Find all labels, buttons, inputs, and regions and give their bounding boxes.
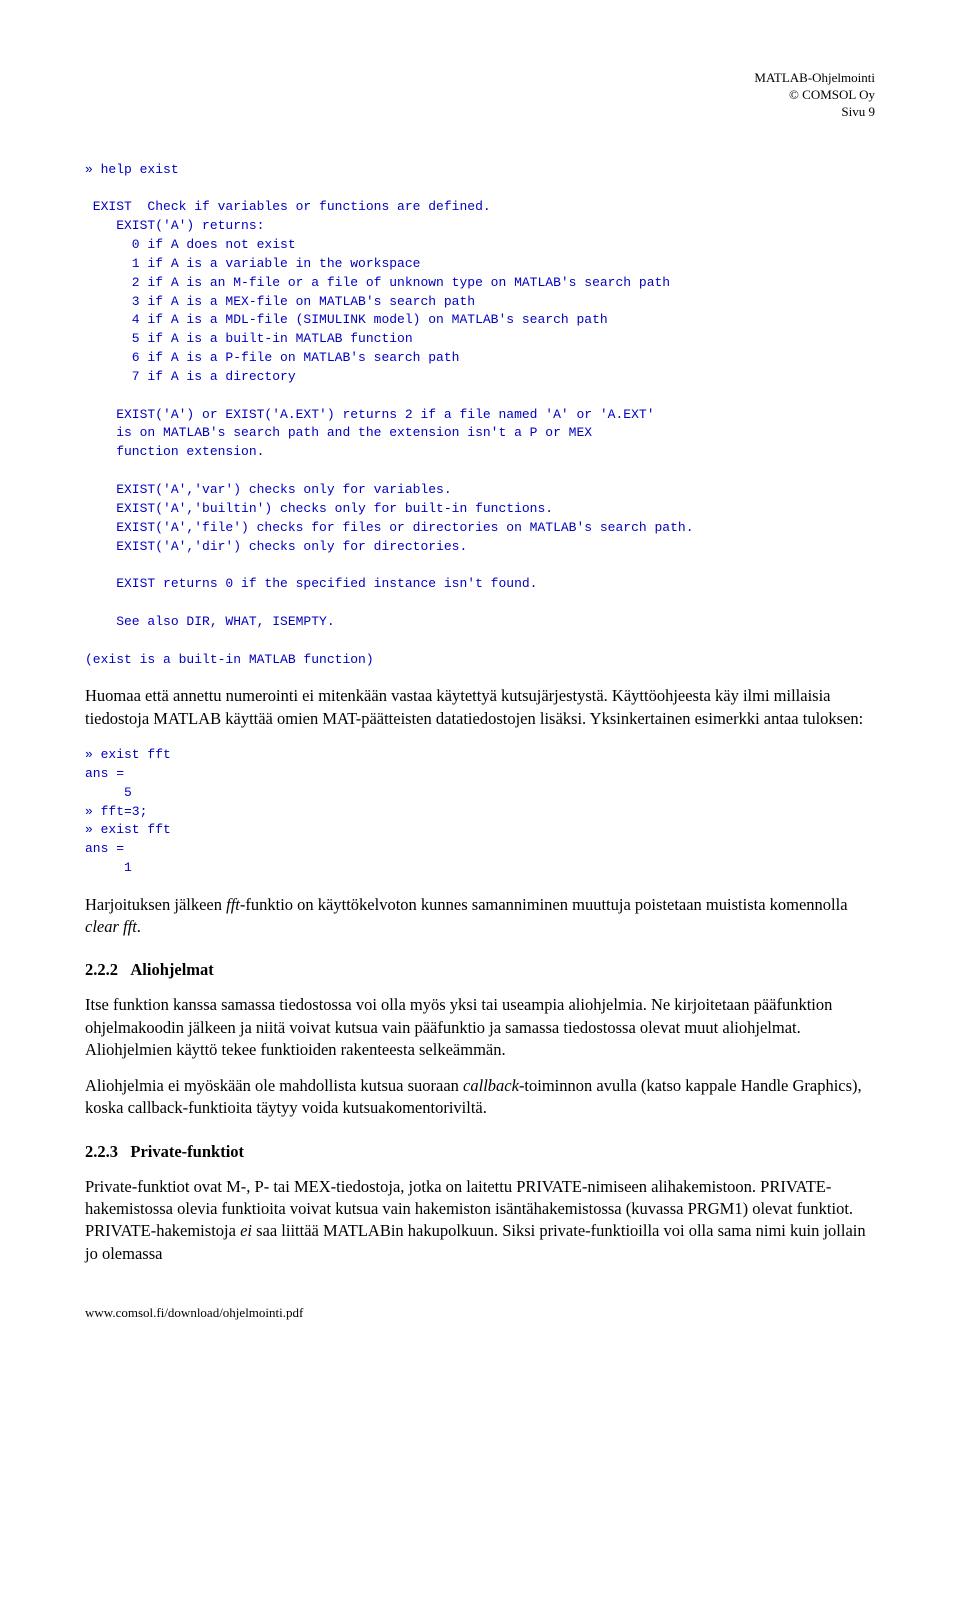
- text: .: [137, 917, 141, 936]
- footer-url: www.comsol.fi/download/ohjelmointi.pdf: [85, 1305, 875, 1321]
- heading-number: 2.2.3: [85, 1142, 118, 1161]
- heading-title: Aliohjelmat: [130, 960, 213, 979]
- paragraph: Aliohjelmia ei myöskään ole mahdollista …: [85, 1075, 875, 1120]
- heading-aliohjelmat: 2.2.2 Aliohjelmat: [85, 960, 875, 980]
- text: -funktio on käyttökelvoton kunnes samann…: [240, 895, 848, 914]
- heading-private-funktiot: 2.2.3 Private-funktiot: [85, 1142, 875, 1162]
- paragraph: Private-funktiot ovat M-, P- tai MEX-tie…: [85, 1176, 875, 1265]
- document-page: MATLAB-Ohjelmointi © COMSOL Oy Sivu 9 » …: [0, 0, 960, 1371]
- text: Aliohjelmia ei myöskään ole mahdollista …: [85, 1076, 463, 1095]
- paragraph: Itse funktion kanssa samassa tiedostossa…: [85, 994, 875, 1061]
- header-title: MATLAB-Ohjelmointi: [85, 70, 875, 87]
- italic-ei: ei: [240, 1221, 252, 1240]
- heading-number: 2.2.2: [85, 960, 118, 979]
- italic-callback: callback: [463, 1076, 519, 1095]
- paragraph: Harjoituksen jälkeen fft-funktio on käyt…: [85, 894, 875, 939]
- code-block-exist-fft: » exist fft ans = 5 » fft=3; » exist fft…: [85, 746, 875, 878]
- italic-clear-fft: clear fft: [85, 917, 137, 936]
- code-block-help-exist: » help exist EXIST Check if variables or…: [85, 161, 875, 670]
- italic-fft: fft: [226, 895, 240, 914]
- heading-title: Private-funktiot: [130, 1142, 244, 1161]
- header-copyright: © COMSOL Oy: [85, 87, 875, 104]
- header-page-number: Sivu 9: [85, 104, 875, 121]
- text: Harjoituksen jälkeen: [85, 895, 226, 914]
- paragraph: Huomaa että annettu numerointi ei mitenk…: [85, 685, 875, 730]
- page-header: MATLAB-Ohjelmointi © COMSOL Oy Sivu 9: [85, 70, 875, 121]
